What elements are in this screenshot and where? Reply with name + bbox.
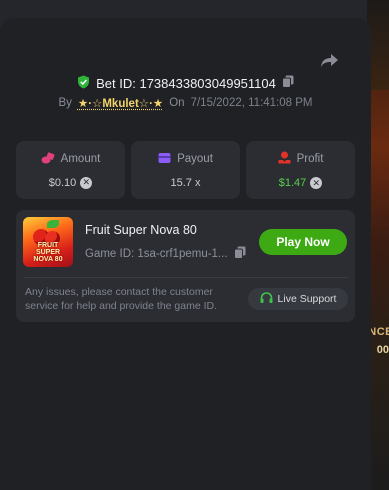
on-label: On	[169, 97, 185, 109]
live-support-label: Live Support	[277, 293, 337, 305]
bet-id: Bet ID: 1738433803049951104	[96, 75, 276, 91]
game-id-row: Game ID: 1sa-crf1pemu-1...	[85, 246, 246, 262]
stat-value: $0.10	[48, 176, 77, 189]
payout-icon	[158, 152, 171, 167]
stat-label: Profit	[296, 153, 324, 165]
shield-check-icon	[77, 75, 90, 92]
background-text: 00	[376, 344, 389, 356]
username-link[interactable]: ★·☆Mkulet☆·★	[78, 96, 163, 110]
stat-payout: Payout 15.7 x	[131, 141, 240, 199]
by-label: By	[58, 97, 72, 109]
stat-value: $1.47	[278, 177, 307, 189]
stat-profit: Profit $1.47 ✕	[246, 141, 355, 199]
profit-icon	[278, 151, 291, 167]
share-icon[interactable]	[318, 52, 340, 70]
game-title: Fruit Super Nova 80	[85, 223, 197, 237]
copy-icon[interactable]	[281, 75, 294, 91]
background-text: NCE	[368, 326, 389, 338]
stat-value: 15.7 x	[170, 176, 201, 189]
stat-amount: Amount $0.10 ✕	[16, 141, 125, 199]
thumbnail-text: FRUIT SUPER NOVA 80	[33, 242, 63, 263]
bet-stats: Amount $0.10 ✕ Payout 15.7 x Profit $1.4…	[16, 141, 355, 199]
game-id: Game ID: 1sa-crf1pemu-1...	[85, 248, 228, 260]
currency-x-icon: ✕	[80, 176, 93, 189]
coins-icon	[41, 151, 55, 167]
support-info-text: Any issues, please contact the customer …	[25, 286, 218, 312]
divider	[23, 277, 348, 278]
currency-x-icon: ✕	[310, 177, 323, 189]
stat-label: Payout	[177, 153, 213, 165]
game-card: FRUIT SUPER NOVA 80 Fruit Super Nova 80 …	[16, 210, 355, 322]
bet-meta-row: By ★·☆Mkulet☆·★ On 7/15/2022, 11:41:08 P…	[0, 95, 371, 111]
game-thumbnail[interactable]: FRUIT SUPER NOVA 80	[23, 217, 73, 267]
bet-date: 7/15/2022, 11:41:08 PM	[190, 97, 313, 109]
live-support-button[interactable]: Live Support	[248, 288, 348, 310]
bet-id-row: Bet ID: 1738433803049951104	[0, 74, 371, 92]
headset-icon	[260, 291, 273, 307]
stat-label: Amount	[60, 153, 101, 165]
play-now-button[interactable]: Play Now	[259, 229, 347, 255]
copy-icon[interactable]	[233, 246, 246, 262]
